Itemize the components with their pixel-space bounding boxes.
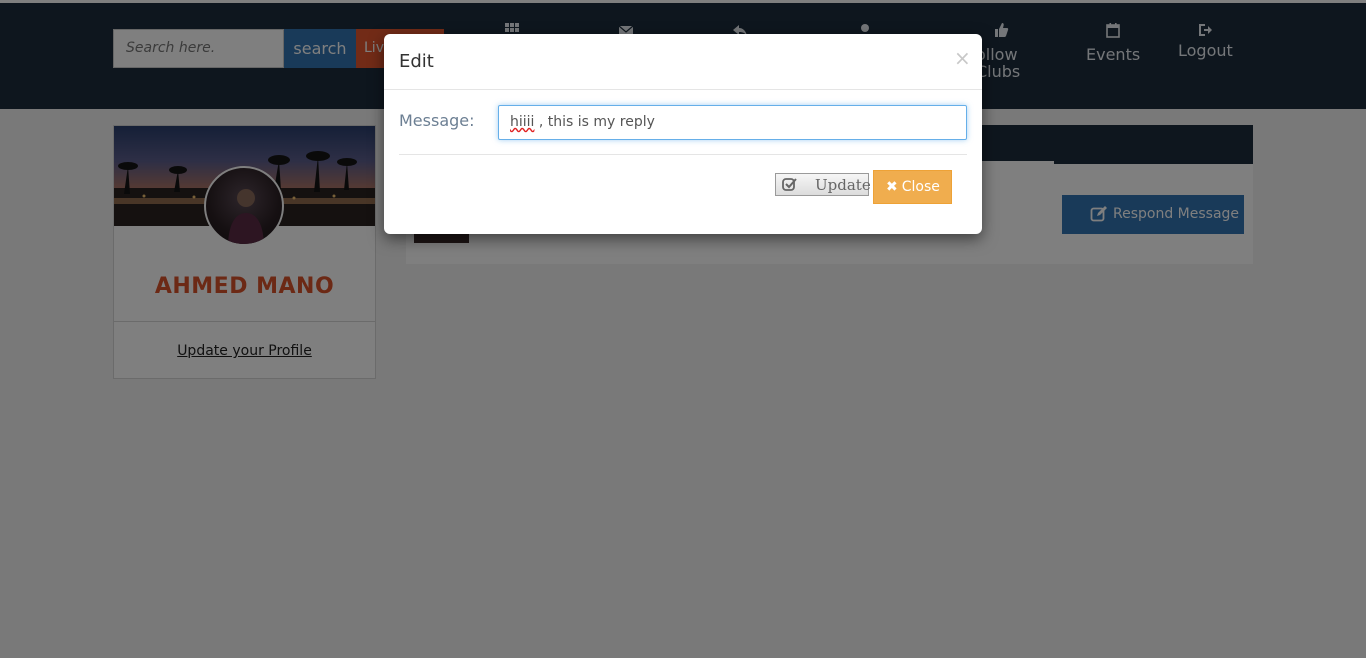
- message-label: Message:: [399, 111, 475, 130]
- times-icon: ✖: [886, 179, 898, 195]
- modal-title: Edit: [399, 51, 434, 72]
- update-label: Update: [815, 176, 871, 194]
- update-button[interactable]: Update: [775, 173, 871, 196]
- check-square-icon: [782, 178, 797, 191]
- edit-modal: Edit × Message: hiiii , this is my reply…: [384, 34, 982, 234]
- misspelled-word: hiiii: [510, 114, 535, 130]
- divider: [399, 154, 967, 155]
- message-input[interactable]: hiiii , this is my reply: [498, 105, 967, 140]
- close-button[interactable]: ✖ Close: [873, 170, 952, 204]
- message-text: , this is my reply: [534, 114, 655, 130]
- close-label: Close: [901, 179, 940, 195]
- divider: [384, 89, 982, 90]
- close-icon[interactable]: ×: [954, 46, 971, 70]
